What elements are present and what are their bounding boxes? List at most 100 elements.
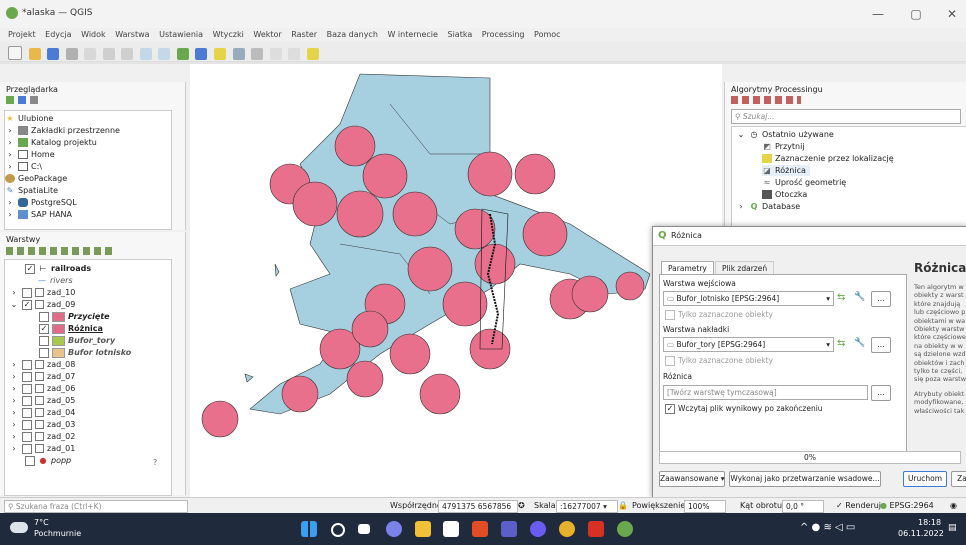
menu-projekt[interactable]: Projekt bbox=[8, 30, 36, 39]
layer-visibility-checkbox[interactable] bbox=[22, 419, 32, 430]
processing-item-otoczka[interactable]: Otoczka bbox=[762, 189, 807, 200]
open-output-checkbox[interactable]: ✓ Wczytaj plik wynikowy po zakończeniu bbox=[665, 404, 823, 414]
chat-icon[interactable] bbox=[386, 521, 402, 537]
menu-widok[interactable]: Widok bbox=[81, 30, 106, 39]
layer-roznica[interactable]: ✓ Różnica bbox=[39, 323, 103, 334]
checkbox[interactable] bbox=[665, 310, 675, 320]
browser-item-bookmarks[interactable]: › Zakładki przestrzenne bbox=[5, 125, 120, 136]
output-path-input[interactable]: [Twórz warstwę tymczasową] bbox=[663, 385, 868, 400]
output-browse-button[interactable]: … bbox=[871, 385, 891, 401]
layer-visibility-checkbox[interactable] bbox=[25, 455, 35, 466]
field-calculator-icon[interactable] bbox=[251, 48, 264, 60]
rotation-input[interactable]: 0,0 ° bbox=[782, 500, 824, 513]
minimize-button[interactable]: — bbox=[864, 4, 892, 24]
processing-item-roznica[interactable]: ◪ Różnica bbox=[762, 165, 810, 176]
menu-edycja[interactable]: Edycja bbox=[45, 30, 71, 39]
menu-ustawienia[interactable]: Ustawienia bbox=[159, 30, 203, 39]
layer-visibility-checkbox[interactable] bbox=[22, 383, 32, 394]
store-icon[interactable] bbox=[443, 521, 459, 537]
zoom-input[interactable]: 100% bbox=[684, 500, 726, 513]
overlay-layer-select[interactable]: ▭ Bufor_tory [EPSG:2964] ▾ bbox=[663, 337, 834, 352]
layer-group-zad-05[interactable]: › zad_05 bbox=[9, 395, 75, 406]
new-project-icon[interactable] bbox=[8, 46, 22, 60]
measure-icon[interactable] bbox=[288, 48, 301, 60]
office-icon[interactable] bbox=[472, 521, 488, 537]
layer-group-zad-01[interactable]: › zad_01 bbox=[9, 443, 75, 454]
locator-search-input[interactable]: ⚲ Szukana fraza (Ctrl+K) bbox=[4, 500, 188, 513]
open-project-icon[interactable] bbox=[28, 48, 41, 60]
browser-item-favourites[interactable]: ★ Ulubione bbox=[5, 113, 53, 124]
layer-visibility-checkbox[interactable]: ✓ bbox=[22, 299, 32, 310]
layer-group-zad-03[interactable]: › zad_03 bbox=[9, 419, 75, 430]
notification-icon[interactable]: ▤ bbox=[948, 523, 957, 533]
layer-group-zad-09[interactable]: ⌄ ✓ zad_09 bbox=[9, 299, 75, 310]
layer-visibility-checkbox[interactable] bbox=[22, 371, 32, 382]
messages-icon[interactable]: ◉ bbox=[950, 501, 957, 510]
layer-group-zad-07[interactable]: › zad_07 bbox=[9, 371, 75, 382]
zoom-layer-icon[interactable] bbox=[158, 48, 171, 60]
menu-warstwa[interactable]: Warstwa bbox=[115, 30, 149, 39]
coordinate-toggle-icon[interactable]: ✪ bbox=[518, 501, 525, 510]
browser-item-drive-c[interactable]: › C:\ bbox=[5, 161, 42, 172]
zoom-full-icon[interactable] bbox=[139, 48, 152, 60]
batch-process-button[interactable]: Wykonaj jako przetwarzanie wsadowe... bbox=[729, 471, 881, 487]
menu-pomoc[interactable]: Pomoc bbox=[534, 30, 561, 39]
layer-group-zad-06[interactable]: › zad_06 bbox=[9, 383, 75, 394]
browser-item-home[interactable]: › Home bbox=[5, 149, 55, 160]
advanced-button[interactable]: Zaawansowane ▾ bbox=[659, 471, 725, 487]
layer-group-zad-08[interactable]: › zad_08 bbox=[9, 359, 75, 370]
layer-railroads[interactable]: ✓ ⊢ railroads bbox=[25, 263, 91, 274]
layer-group-zad-02[interactable]: › zad_02 bbox=[9, 431, 75, 442]
menu-wektor[interactable]: Wektor bbox=[253, 30, 281, 39]
close-button[interactable]: ✕ bbox=[938, 4, 966, 24]
layer-group-zad-04[interactable]: › zad_04 bbox=[9, 407, 75, 418]
iterate-icon[interactable]: ⇆ bbox=[837, 292, 845, 303]
checkbox[interactable]: ✓ bbox=[665, 404, 675, 414]
layer-visibility-checkbox[interactable] bbox=[22, 443, 32, 454]
layer-popp[interactable]: ● popp bbox=[25, 455, 71, 466]
processing-group-database[interactable]: › Q Database bbox=[736, 201, 800, 212]
scale-select[interactable]: :16277007 ▾ bbox=[556, 500, 618, 513]
layer-visibility-checkbox[interactable] bbox=[39, 347, 49, 358]
menu-processing[interactable]: Processing bbox=[482, 30, 525, 39]
help-icon[interactable]: ? bbox=[153, 458, 157, 467]
layer-visibility-checkbox[interactable]: ✓ bbox=[25, 263, 35, 274]
input-selected-only-checkbox[interactable]: Tylko zaznaczone obiekty bbox=[665, 310, 773, 320]
pan-icon[interactable] bbox=[84, 48, 97, 60]
sigma-icon[interactable] bbox=[269, 48, 282, 60]
processing-search-input[interactable]: ⚲ Szukaj... bbox=[731, 109, 961, 124]
wrench-icon[interactable]: 🔧 bbox=[854, 338, 865, 348]
layer-visibility-checkbox[interactable] bbox=[22, 395, 32, 406]
coordinate-input[interactable]: 4791375 6567856 bbox=[438, 500, 518, 513]
identify-icon[interactable] bbox=[195, 48, 208, 60]
tray-icons[interactable]: ^ ● ≋ ◁ ▭ bbox=[800, 522, 855, 533]
wrench-icon[interactable]: 🔧 bbox=[854, 292, 865, 302]
chrome-icon[interactable] bbox=[559, 521, 575, 537]
start-icon[interactable] bbox=[301, 521, 317, 537]
tab-parametry[interactable]: Parametry bbox=[661, 261, 714, 275]
iterate-icon[interactable]: ⇆ bbox=[837, 338, 845, 349]
print-layout-icon[interactable] bbox=[65, 48, 78, 60]
maximize-button[interactable]: ▢ bbox=[902, 4, 930, 24]
refresh-icon[interactable] bbox=[176, 48, 189, 60]
layer-visibility-checkbox[interactable] bbox=[22, 431, 32, 442]
browser-item-project-home[interactable]: › Katalog projektu bbox=[5, 137, 97, 148]
map-canvas[interactable] bbox=[190, 64, 722, 497]
checkbox[interactable] bbox=[665, 356, 675, 366]
layer-visibility-checkbox[interactable] bbox=[22, 287, 32, 298]
select-icon[interactable] bbox=[214, 48, 227, 60]
layer-bufor-lotnisko[interactable]: Bufor lotnisko bbox=[39, 347, 131, 358]
lock-icon[interactable]: 🔒 bbox=[618, 501, 628, 510]
qgis-taskbar-icon[interactable] bbox=[617, 521, 633, 537]
processing-item-uprosc[interactable]: ≈ Uprość geometrię bbox=[762, 177, 847, 188]
zoom-out-icon[interactable] bbox=[121, 48, 134, 60]
browser-item-postgresql[interactable]: › PostgreSQL bbox=[5, 197, 77, 208]
menu-wtyczki[interactable]: Wtyczki bbox=[213, 30, 244, 39]
processing-item-przytnij[interactable]: ◩ Przytnij bbox=[762, 141, 804, 152]
processing-item-zaznaczenie[interactable]: Zaznaczenie przez lokalizację bbox=[762, 153, 894, 164]
layer-rivers[interactable]: — rivers bbox=[37, 275, 73, 286]
browser-item-spatialite[interactable]: ✎ SpatiaLite bbox=[5, 185, 58, 196]
file-explorer-icon[interactable] bbox=[415, 521, 431, 537]
tab-plik-zdarzen[interactable]: Plik zdarzeń bbox=[715, 261, 775, 275]
layer-bufor-tory[interactable]: Bufor_tory bbox=[39, 335, 115, 346]
